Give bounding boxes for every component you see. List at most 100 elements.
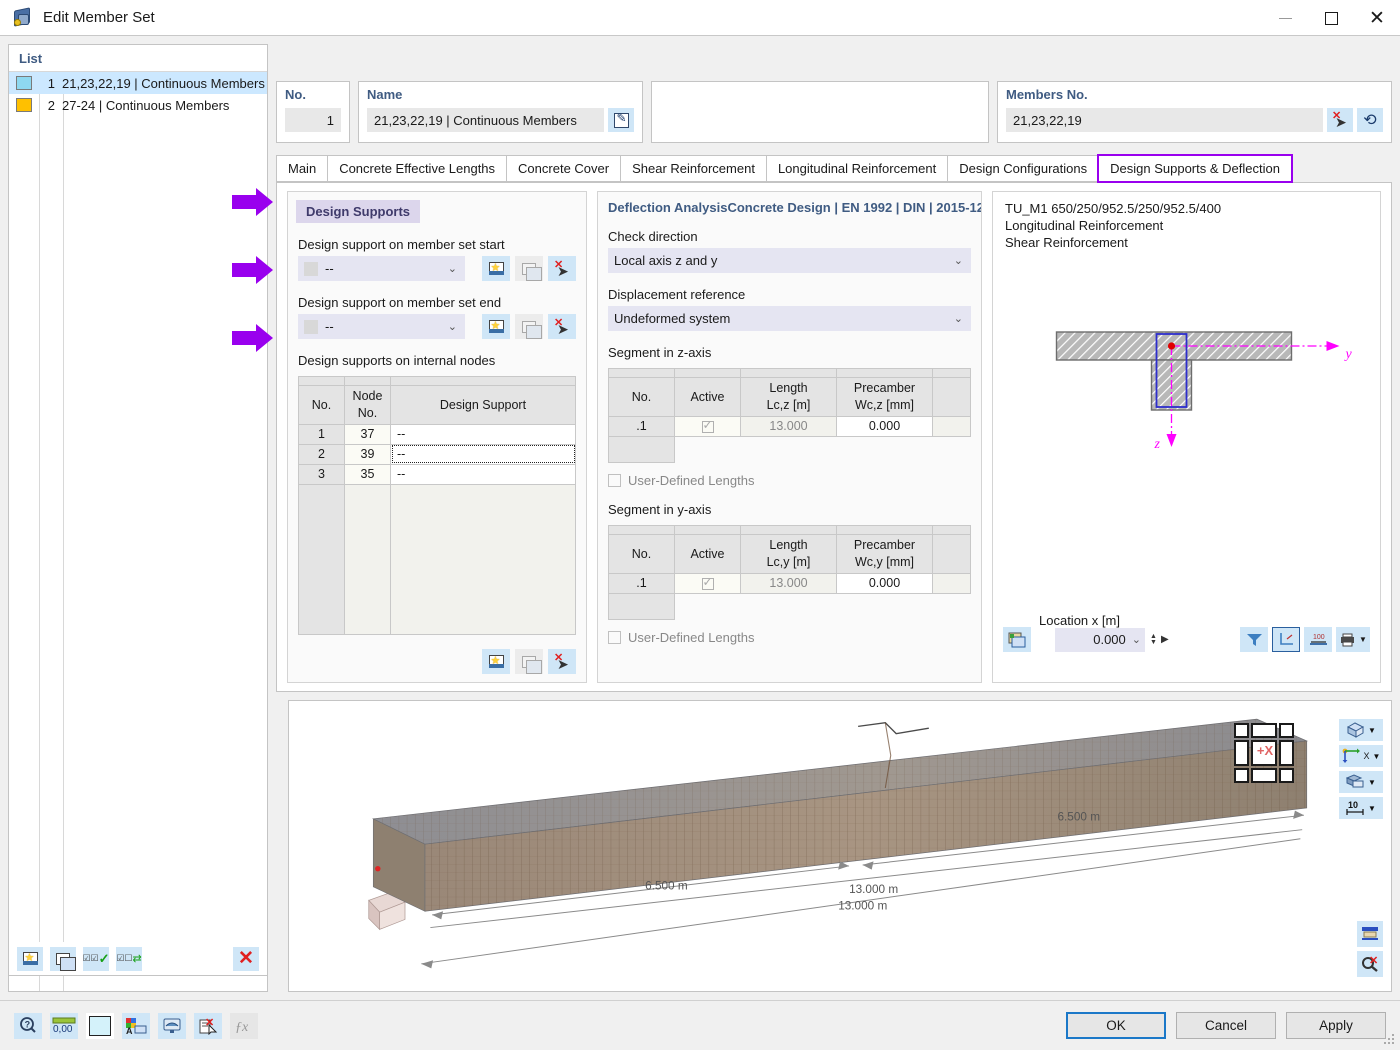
edit-icon[interactable] — [608, 108, 634, 132]
delete-icon[interactable]: ✕ — [233, 946, 259, 971]
scale-icon[interactable]: 10 ▼ — [1339, 797, 1383, 819]
table-row[interactable]: 2 39 -- — [298, 443, 576, 465]
minimize-button[interactable] — [1262, 0, 1308, 36]
cell-node[interactable]: 37 — [344, 423, 391, 445]
location-x-stepper[interactable]: ▲ ▼ — [1150, 633, 1157, 646]
location-x-next-icon[interactable]: ▶ — [1161, 634, 1169, 645]
table-row[interactable]: 1 37 -- — [298, 423, 576, 445]
active-checkbox[interactable] — [701, 418, 714, 433]
maximize-button[interactable] — [1308, 0, 1354, 36]
edit-design-support-start-button[interactable] — [515, 256, 543, 281]
table-row[interactable]: .1 13.000 0.000 — [608, 572, 971, 594]
svg-text:?: ? — [25, 1020, 31, 1030]
user-defined-lengths-z[interactable]: User-Defined Lengths — [598, 463, 981, 488]
user-defined-lengths-y[interactable]: User-Defined Lengths — [598, 620, 981, 645]
pick-deselect-icon[interactable]: ✕ ➤ — [1327, 108, 1353, 132]
resize-grip[interactable] — [1384, 1034, 1396, 1046]
user-defined-lengths-z-checkbox[interactable] — [608, 473, 621, 487]
cell-support[interactable]: -- — [390, 423, 576, 445]
number-label: No. — [285, 87, 306, 102]
filter-icon[interactable] — [1240, 627, 1268, 652]
zoom-delete-icon[interactable]: ✕ — [1357, 951, 1383, 977]
edit-design-support-end-button[interactable] — [515, 314, 543, 339]
delete-design-support-start-button[interactable]: ✕ ➤ — [548, 256, 576, 281]
tab-concrete-effective-lengths[interactable]: Concrete Effective Lengths — [327, 155, 507, 182]
table-header-row: No. Node No. Design Support — [298, 385, 576, 425]
new-internal-node-button[interactable]: ★ — [482, 649, 510, 674]
cell-precamber[interactable]: 0.000 — [836, 415, 933, 437]
name-input[interactable]: 21,23,22,19 | Continuous Members — [367, 108, 604, 132]
col-no: No. — [608, 377, 675, 417]
segment-y-label: Segment in y-axis — [608, 501, 712, 517]
chevron-down-icon[interactable]: ⌄ — [1132, 633, 1141, 646]
ok-button[interactable]: OK — [1066, 1012, 1166, 1039]
tab-design-supports-deflection[interactable]: Design Supports & Deflection — [1097, 154, 1293, 183]
delete-design-support-end-button[interactable]: ✕ ➤ — [548, 314, 576, 339]
close-button[interactable]: ✕ — [1354, 0, 1400, 36]
segment-z-label: Segment in z-axis — [608, 345, 712, 360]
design-support-start-label: Design support on member set start — [298, 237, 505, 252]
cross-section-panel: TU_M1 650/250/952.5/250/952.5/400 Longit… — [992, 191, 1381, 683]
cross-section-line-3: Shear Reinforcement — [1005, 235, 1128, 251]
name-field-group: Name 21,23,22,19 | Continuous Members — [358, 81, 643, 143]
edit-internal-node-button[interactable] — [515, 649, 543, 674]
color-swatch-icon[interactable] — [86, 1012, 114, 1039]
print-icon[interactable]: ▼ — [1336, 627, 1370, 652]
chevron-down-icon: ⌄ — [953, 313, 963, 325]
help-icon[interactable]: ? — [14, 1012, 42, 1039]
user-defined-lengths-y-checkbox[interactable] — [608, 630, 621, 644]
list-item[interactable]: 2 27-24 | Continuous Members — [9, 94, 267, 116]
copy-icon[interactable] — [50, 946, 76, 971]
color-palette-icon[interactable]: A — [122, 1012, 150, 1039]
design-support-end-combo[interactable]: -- ⌄ — [298, 314, 465, 339]
list-item[interactable]: 1 21,23,22,19 | Continuous Members — [9, 72, 267, 94]
tab-concrete-cover[interactable]: Concrete Cover — [506, 155, 621, 182]
render-mode-icon[interactable]: ▼ — [1339, 771, 1383, 793]
cell-no: 1 — [298, 423, 345, 445]
axes-icon[interactable] — [1272, 627, 1300, 652]
design-support-start-combo[interactable]: -- ⌄ — [298, 256, 465, 281]
visibility-icon[interactable] — [158, 1012, 186, 1039]
location-x-input[interactable]: 0.000 ⌄ — [1055, 627, 1145, 652]
view-cube[interactable]: +X — [1234, 723, 1296, 785]
dimension-icon[interactable]: 100 — [1304, 627, 1332, 652]
cell-precamber[interactable]: 0.000 — [836, 572, 933, 594]
new-icon[interactable]: ★ — [17, 946, 43, 971]
axis-view-icon[interactable]: X ▼ — [1339, 745, 1383, 767]
displacement-reference-combo[interactable]: Undeformed system ⌄ — [608, 306, 971, 331]
tab-design-configurations[interactable]: Design Configurations — [947, 155, 1099, 182]
new-design-support-end-button[interactable]: ★ — [482, 314, 510, 339]
3d-viewport[interactable]: 6.500 m 6.500 m 13.000 m 13.000 m +X ▼ X… — [288, 700, 1392, 992]
cell-active[interactable] — [674, 572, 741, 594]
tab-longitudinal-reinforcement[interactable]: Longitudinal Reinforcement — [765, 155, 948, 182]
render-icon[interactable] — [1003, 627, 1031, 652]
members-input[interactable]: 21,23,22,19 — [1006, 108, 1323, 132]
cube-view-icon[interactable]: ▼ — [1339, 719, 1383, 741]
tab-shear-reinforcement[interactable]: Shear Reinforcement — [620, 155, 766, 182]
apply-button[interactable]: Apply — [1286, 1012, 1386, 1039]
new-design-support-start-button[interactable]: ★ — [482, 256, 510, 281]
active-checkbox[interactable] — [701, 575, 714, 590]
cell-support[interactable]: -- — [390, 443, 576, 465]
cell-node[interactable]: 35 — [344, 463, 391, 485]
delete-internal-node-button[interactable]: ✕ ➤ — [548, 649, 576, 674]
cancel-button[interactable]: Cancel — [1176, 1012, 1276, 1039]
layers-icon[interactable] — [1357, 921, 1383, 947]
check-all-icon[interactable]: ☑☑ ✓ — [82, 946, 110, 971]
delete-icon[interactable]: ✕ — [194, 1012, 222, 1039]
design-support-end-value: -- — [325, 319, 334, 334]
dimension-label: 13.000 m — [849, 883, 898, 896]
cell-node[interactable]: 39 — [344, 443, 391, 465]
cross-section-svg: y z — [1055, 331, 1353, 452]
table-row[interactable]: .1 13.000 0.000 — [608, 415, 971, 437]
table-row[interactable]: 3 35 -- — [298, 463, 576, 485]
units-icon[interactable]: 0,00 — [50, 1012, 78, 1039]
toggle-icon[interactable]: ☑☐ ⇄ — [116, 946, 142, 971]
design-supports-title: Design Supports — [296, 200, 421, 223]
chevron-down-icon: ⌄ — [447, 321, 457, 333]
undo-icon[interactable]: ⟲ — [1357, 108, 1383, 132]
cell-active[interactable] — [674, 415, 741, 437]
check-direction-combo[interactable]: Local axis z and y ⌄ — [608, 248, 971, 273]
tab-main[interactable]: Main — [276, 155, 328, 182]
cell-support[interactable]: -- — [390, 463, 576, 485]
